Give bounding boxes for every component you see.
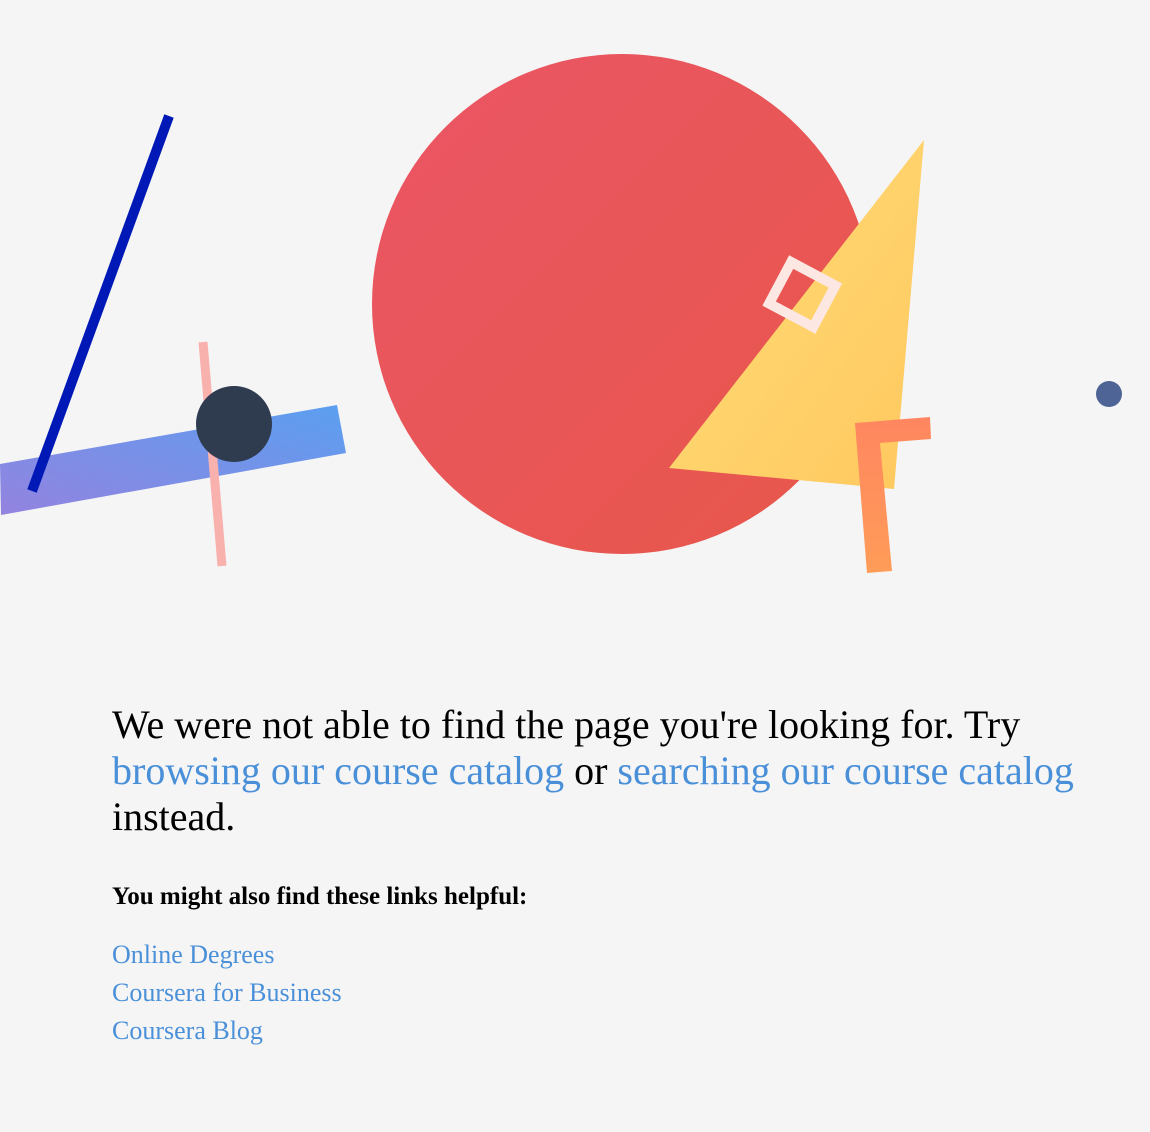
helpful-links-heading: You might also find these links helpful: — [112, 883, 528, 910]
message-text-after: instead. — [112, 794, 236, 839]
helpful-links-list: Online Degrees Coursera for Business Cou… — [112, 936, 342, 1050]
not-found-page: We were not able to find the page you're… — [0, 0, 1150, 1132]
list-item: Online Degrees — [112, 936, 342, 974]
coursera-blog-link[interactable]: Coursera Blog — [112, 1016, 263, 1045]
online-degrees-link[interactable]: Online Degrees — [112, 940, 274, 969]
404-illustration — [0, 54, 1122, 573]
blue-line-shape — [27, 114, 174, 493]
search-catalog-link[interactable]: searching our course catalog — [617, 748, 1073, 793]
gradient-band-shape — [0, 405, 346, 515]
not-found-message: We were not able to find the page you're… — [112, 702, 1092, 840]
coursera-for-business-link[interactable]: Coursera for Business — [112, 978, 342, 1007]
list-item: Coursera for Business — [112, 974, 342, 1012]
orange-corner-shape — [855, 417, 931, 573]
dark-dot-shape — [196, 386, 272, 462]
small-dot-shape — [1096, 381, 1122, 407]
list-item: Coursera Blog — [112, 1012, 342, 1050]
message-text-middle: or — [564, 748, 618, 793]
message-text-before: We were not able to find the page you're… — [112, 702, 1021, 747]
browse-catalog-link[interactable]: browsing our course catalog — [112, 748, 564, 793]
